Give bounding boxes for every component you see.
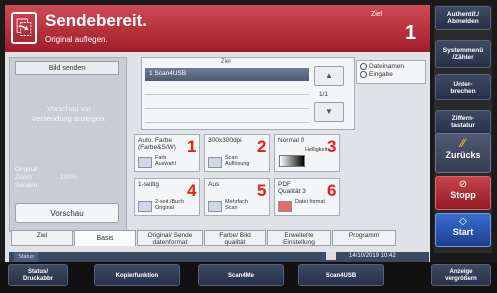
- duplex-icon: [138, 201, 152, 212]
- tile-label: Datei format: [295, 199, 325, 205]
- resolution-icon: [208, 157, 222, 168]
- start-icon: ◇: [459, 216, 467, 227]
- preview-button[interactable]: Vorschau: [15, 203, 119, 223]
- multi-scan-icon: [208, 201, 222, 212]
- auth-button[interactable]: Authentif./Abmelden: [435, 6, 491, 30]
- original-info: Original Zoom Senden: [15, 166, 37, 190]
- brightness-icon: [279, 155, 305, 167]
- send-image-button[interactable]: Bild senden: [15, 61, 119, 75]
- tab-ziel[interactable]: Ziel: [11, 230, 73, 246]
- status-job-button[interactable]: Status/Druckabbr: [8, 264, 68, 286]
- zoom-value: 100%: [60, 174, 77, 181]
- tab-color-quality[interactable]: Farbe/ Bild qualität: [204, 230, 266, 246]
- stop-icon: ⊘: [458, 179, 468, 190]
- destination-entry[interactable]: 1 Scan4USB: [145, 68, 309, 81]
- scroll-down-button[interactable]: ▼: [314, 102, 344, 122]
- system-menu-button[interactable]: Systemmenü/Zähler: [435, 40, 491, 68]
- zoom-label: Zoom: [15, 174, 32, 181]
- tile-file-format[interactable]: PDF Qualität 3 Datei format 6: [274, 178, 340, 216]
- scan4me-button[interactable]: Scan4Me: [198, 264, 284, 286]
- interrupt-button[interactable]: Unter-brechen: [435, 74, 491, 100]
- tile-value: PDF Qualität 3: [278, 181, 306, 195]
- numpad-button[interactable]: Ziffern-tastatur: [435, 110, 491, 134]
- tile-color-selection[interactable]: Auto. Farbe (Farbe&S/W) Farb Auswahl 1: [134, 134, 200, 172]
- marker-number: 2: [257, 137, 267, 156]
- radio-icon: [360, 71, 367, 79]
- tile-label: Scan Auflösung: [225, 155, 250, 167]
- preview-hint-line1: Vorschau vor: [47, 104, 91, 113]
- marker-number: 5: [257, 181, 267, 200]
- tile-duplex-original[interactable]: 1-seitig 2-seit./Buch Original 4: [134, 178, 200, 216]
- stop-button[interactable]: ⊘ Stopp: [435, 176, 491, 210]
- preview-hint-line2: Versendung anzeigen.: [31, 114, 107, 123]
- tile-label: Mehrfach Scan: [225, 199, 248, 211]
- destination-entry-label: 1 Scan4USB: [149, 70, 187, 77]
- reset-button[interactable]: ∕∕ Zurücks: [435, 133, 491, 173]
- status-label[interactable]: Status: [14, 252, 38, 262]
- marker-number: 1: [187, 137, 197, 156]
- destination-row-empty[interactable]: [145, 96, 309, 109]
- color-icon: [138, 157, 152, 168]
- destination-row-empty[interactable]: [145, 82, 309, 95]
- page-title: Sendebereit.: [45, 11, 148, 30]
- pdf-icon: [278, 201, 292, 212]
- scan4usb-button[interactable]: Scan4USB: [298, 264, 384, 286]
- scroll-up-button[interactable]: ▲: [314, 66, 344, 86]
- original-label: Original: [15, 166, 38, 173]
- marker-number: 6: [327, 181, 337, 200]
- radio-icon: [360, 63, 367, 70]
- marker-number: 4: [187, 181, 197, 200]
- datetime: 14/10/2019 10:42: [349, 253, 396, 259]
- page-subtitle: Original auflegen.: [45, 35, 108, 44]
- tile-label: 2-seit./Buch Original: [155, 199, 185, 211]
- send-mode-icon: ⎘: [11, 12, 37, 44]
- destination-column-header: Ziel: [221, 59, 231, 65]
- tile-label: Helligkeit: [305, 147, 328, 153]
- tab-original-format[interactable]: Original/ Sende datenformat: [137, 230, 203, 246]
- option-eingabe: Eingabe: [369, 71, 393, 79]
- reset-icon: ∕∕: [460, 136, 465, 150]
- tile-multi-scan[interactable]: Aus Mehrfach Scan 5: [204, 178, 270, 216]
- tile-value: 300x300dpi: [208, 137, 242, 144]
- tile-label: Farb Auswahl: [155, 155, 176, 167]
- start-button[interactable]: ◇ Start: [435, 213, 491, 247]
- option-dateiname: Dateinamen: [369, 63, 405, 71]
- tile-value: Aus: [208, 181, 220, 188]
- marker-number: 3: [327, 137, 337, 156]
- tab-basis[interactable]: Basis: [74, 230, 136, 246]
- filename-option[interactable]: Dateinamen Eingabe: [356, 60, 426, 84]
- ziel-count: 1: [405, 22, 417, 44]
- tile-value: Normal 0: [278, 137, 305, 144]
- ziel-label: Ziel: [371, 11, 383, 18]
- preview-hint: Vorschau vor Versendung anzeigen.: [13, 104, 125, 124]
- tab-program[interactable]: Programm: [332, 230, 396, 246]
- copy-function-button[interactable]: Kopierfunktion: [94, 264, 180, 286]
- page-indicator: 1/1: [319, 91, 329, 98]
- tile-brightness[interactable]: Normal 0 Helligkeit 3: [274, 134, 340, 172]
- tab-advanced[interactable]: Erweiterte Einstellung: [267, 230, 331, 246]
- zoom-display-button[interactable]: Anzeige vergrößern: [431, 264, 491, 286]
- destination-row-empty[interactable]: [145, 110, 309, 123]
- toner-icon: [326, 252, 336, 260]
- senden-label: Senden: [15, 182, 38, 189]
- tile-scan-resolution[interactable]: 300x300dpi Scan Auflösung 2: [204, 134, 270, 172]
- tile-value: 1-seitig: [138, 181, 159, 188]
